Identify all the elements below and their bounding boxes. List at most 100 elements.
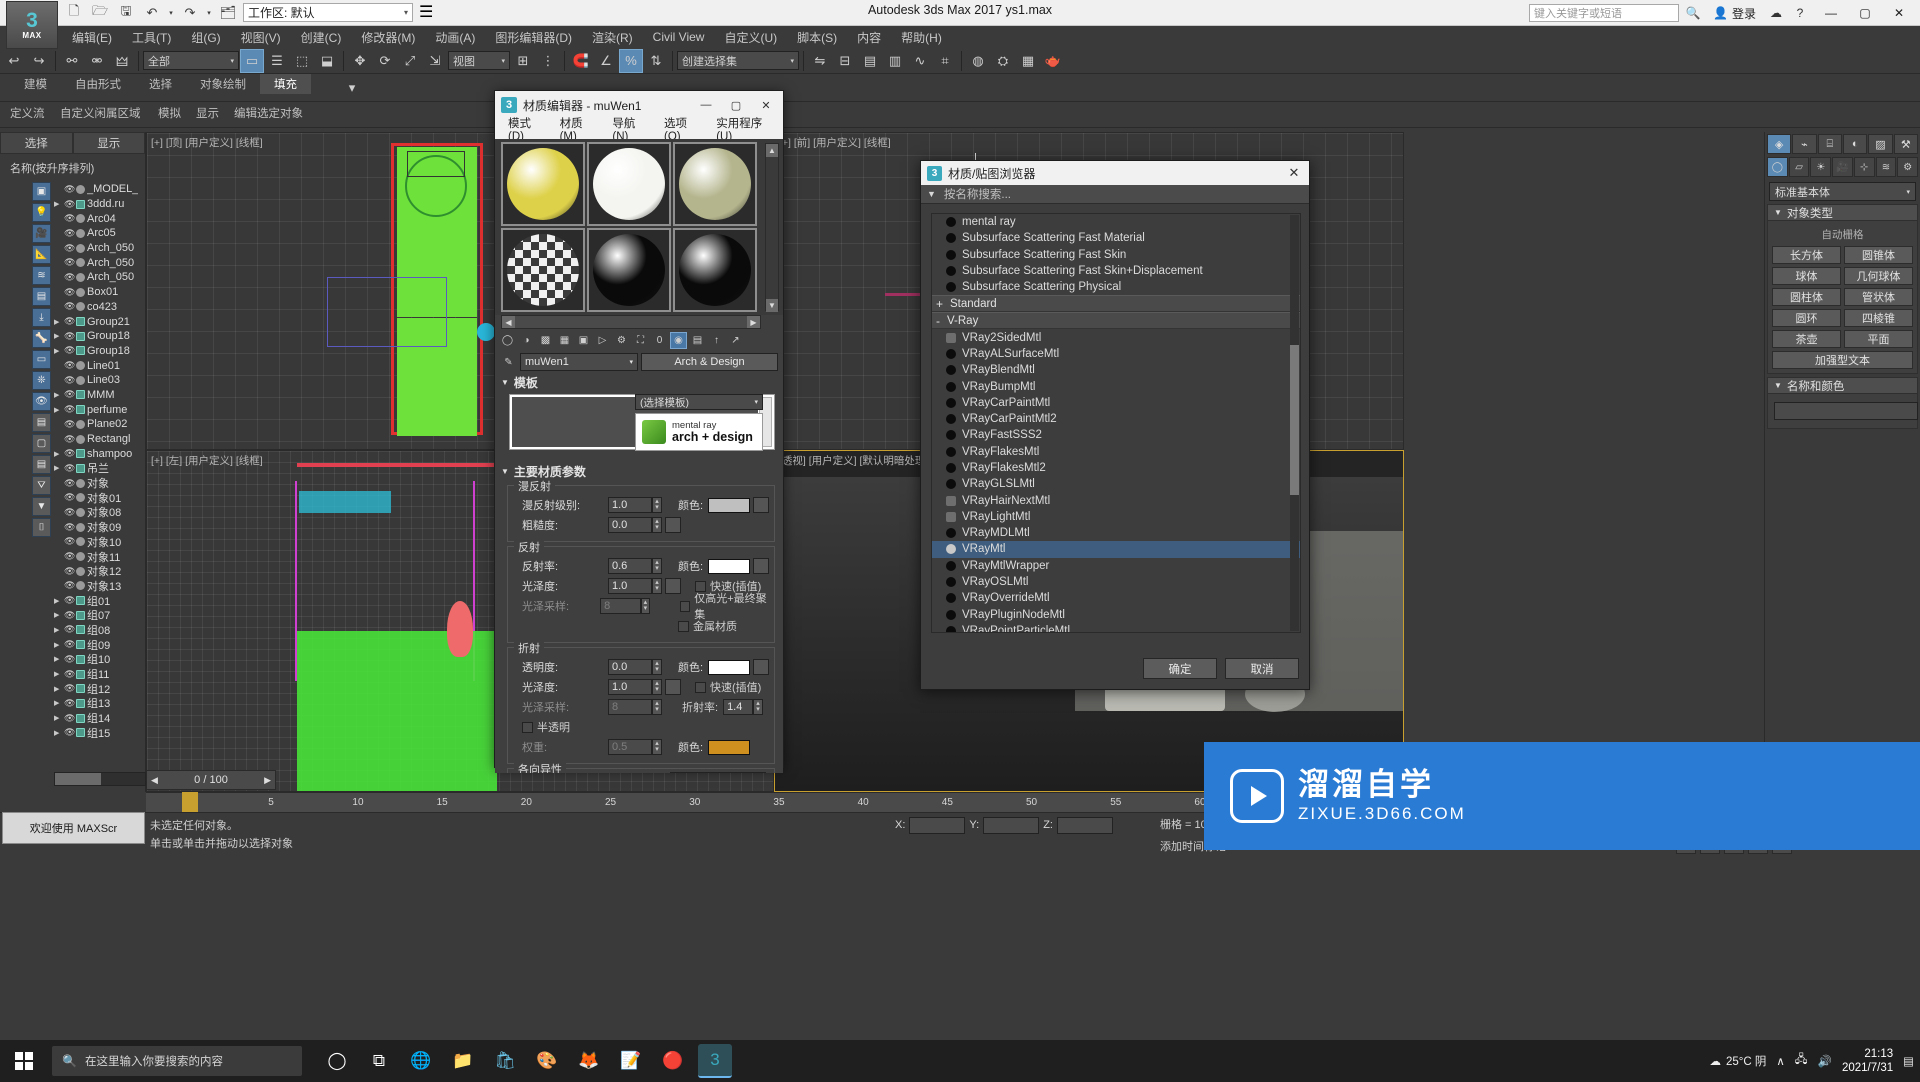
tab-selection[interactable]: 选择 — [0, 132, 73, 154]
open-file-icon[interactable]: 🗁 — [88, 2, 112, 24]
browser-material-item[interactable]: VRayOSLMtl — [932, 574, 1300, 590]
new-file-icon[interactable]: 🗋 — [62, 2, 86, 24]
workspace-selector[interactable]: 工作区: 默认 ▾ — [243, 3, 413, 22]
menu-item-3[interactable]: 视图(V) — [231, 27, 291, 48]
expand-arrow-icon[interactable]: ▶ — [54, 655, 62, 663]
weather-indicator[interactable]: ☁ 25°C 阴 — [1709, 1053, 1766, 1069]
name-color-header[interactable]: ▼ 名称和颜色 — [1767, 377, 1918, 394]
expand-arrow-icon[interactable]: ▶ — [54, 685, 62, 693]
autogrid-label[interactable]: 自动栅格 — [1772, 225, 1913, 246]
maxscript-listener[interactable]: 欢迎使用 MAXScr — [2, 812, 145, 844]
checkbox-refr-fast-interpolate[interactable] — [695, 681, 706, 693]
app-logo[interactable]: 3 MAX — [6, 1, 58, 49]
video-color-check-icon[interactable]: ▣ — [575, 332, 592, 349]
map-button-reflection[interactable] — [753, 558, 770, 574]
map-button-glossiness[interactable] — [665, 578, 681, 594]
options-icon[interactable]: ⚙ — [613, 332, 630, 349]
tab-display[interactable]: 显示 — [72, 132, 145, 154]
material-editor-icon[interactable]: ◍ — [966, 49, 990, 73]
close-icon[interactable]: ✕ — [1279, 161, 1309, 185]
ok-button[interactable]: 确定 — [1143, 658, 1217, 679]
next-frame-icon[interactable]: ▶ — [264, 775, 271, 786]
expand-arrow-icon[interactable]: ▶ — [54, 611, 62, 619]
expand-collapse-icon[interactable]: + — [936, 297, 943, 311]
visibility-eye-icon[interactable]: 👁 — [64, 551, 75, 562]
material-name-field[interactable]: muWen1 ▾ — [520, 353, 638, 371]
select-and-manipulate-icon[interactable]: ⋮ — [536, 49, 560, 73]
object-name-input[interactable] — [1774, 402, 1918, 420]
spinner-arrows-icon[interactable]: ▴ ▾ — [652, 578, 662, 594]
curve-editor-icon[interactable]: ∿ — [908, 49, 932, 73]
visibility-eye-icon[interactable]: 👁 — [64, 463, 75, 474]
edge-icon[interactable]: 🌐 — [404, 1044, 438, 1078]
menu-item-5[interactable]: 修改器(M) — [351, 27, 425, 48]
shapes-icon[interactable]: ▱ — [1788, 157, 1810, 177]
object-list-item[interactable]: ▶ 👁 组15 — [54, 725, 146, 740]
search-input[interactable]: 键入关键字或短语 — [1529, 4, 1680, 22]
ribbon-toggle-icon[interactable]: ▥ — [883, 49, 907, 73]
spinner-arrows-icon[interactable]: ▴ ▾ — [640, 598, 651, 614]
visibility-eye-icon[interactable]: 👁 — [64, 434, 75, 445]
minimize-button[interactable]: — — [1814, 1, 1848, 26]
value-ior[interactable]: 1.4 — [723, 699, 754, 715]
lights-icon[interactable]: ☀ — [1810, 157, 1832, 177]
notes-icon[interactable]: 📝 — [614, 1044, 648, 1078]
search-icon[interactable]: 🔍 — [1683, 3, 1703, 23]
window-crossing-icon[interactable]: ⬓ — [315, 49, 339, 73]
value-roughness[interactable]: 0.0 — [608, 517, 652, 533]
value-refr-glossiness[interactable]: 1.0 — [608, 679, 652, 695]
expand-arrow-icon[interactable]: ▶ — [54, 318, 62, 326]
firefox-icon[interactable]: 🦊 — [572, 1044, 606, 1078]
object-list-item[interactable]: ▶ 👁 组11 — [54, 667, 146, 682]
visibility-eye-icon[interactable]: 👁 — [64, 448, 75, 459]
undo-toolbar-icon[interactable]: ↩ — [2, 49, 26, 73]
expand-arrow-icon[interactable]: ▶ — [54, 406, 62, 414]
visibility-eye-icon[interactable]: 👁 — [64, 360, 75, 371]
tab-create[interactable]: ◈ — [1767, 134, 1792, 154]
visibility-eye-icon[interactable]: 👁 — [64, 713, 75, 724]
scroll-up-icon[interactable]: ▲ — [766, 144, 778, 157]
visibility-eye-icon[interactable]: 👁 — [64, 727, 75, 738]
visibility-eye-icon[interactable]: 👁 — [64, 272, 75, 283]
browser-material-item[interactable]: VRayLightMtl — [932, 509, 1300, 525]
expand-arrow-icon[interactable]: ▶ — [54, 626, 62, 634]
systems-icon[interactable]: ⚙ — [1897, 157, 1919, 177]
ribbon-subtab-2[interactable]: 模拟 — [158, 105, 181, 121]
workspace-menu-icon[interactable]: ☰ — [419, 2, 433, 22]
map-button-diffuse[interactable] — [753, 497, 770, 513]
material-editor-window[interactable]: 3 材质编辑器 - muWen1 — ▢ ✕ 模式(D) 材质(M) 导航(N) 选项… — [494, 90, 784, 773]
sample-type-icon[interactable]: ◯ — [499, 332, 516, 349]
visibility-eye-icon[interactable]: 👁 — [64, 345, 75, 356]
template-rollout-header[interactable]: ▼ 模板 — [495, 373, 783, 392]
geometry-type-dropdown[interactable]: 标准基本体 ▾ — [1769, 182, 1916, 201]
scrollbar-thumb[interactable] — [1290, 345, 1299, 495]
checkbox-metal-material[interactable] — [678, 620, 689, 632]
slots-horizontal-scrollbar[interactable]: ◀ ▶ — [501, 315, 761, 329]
redo-icon[interactable]: ↷ — [178, 2, 202, 24]
visibility-eye-icon[interactable]: 👁 — [64, 404, 75, 415]
browser-search-row[interactable]: ▼ 按名称搜索... — [921, 185, 1309, 204]
render-frame-icon[interactable]: ▦ — [1016, 49, 1040, 73]
object-list-item[interactable]: ▶ 👁 组13 — [54, 696, 146, 711]
object-list[interactable]: 👁 _MODEL_ ▶ 👁 3ddd.ru 👁 Arc04 👁 Arc05 👁 Arch_050 👁 A… — [54, 182, 146, 740]
scroll-left-icon[interactable]: ◀ — [502, 316, 515, 328]
object-list-item[interactable]: 👁 对象11 — [54, 549, 146, 564]
menu-item-1[interactable]: 工具(T) — [122, 27, 181, 48]
object-list-item[interactable]: ▶ 👁 组10 — [54, 652, 146, 667]
visibility-eye-icon[interactable]: 👁 — [64, 184, 75, 195]
browser-material-item[interactable]: Subsurface Scattering Fast Material — [932, 230, 1300, 246]
browser-material-item[interactable]: VRayHairNextMtl — [932, 492, 1300, 508]
object-list-item[interactable]: 👁 Plane02 — [54, 417, 146, 432]
primitive-button-8[interactable]: 茶壶 — [1772, 330, 1841, 348]
space-warp-icon[interactable]: ≋ — [32, 266, 51, 285]
volume-icon[interactable]: 🔊 — [1818, 1054, 1832, 1068]
object-list-item[interactable]: 👁 Arch_050 — [54, 270, 146, 285]
expand-arrow-icon[interactable]: ▶ — [54, 729, 62, 737]
swatch-translucency-color[interactable] — [708, 739, 751, 755]
scroll-down-icon[interactable]: ▼ — [766, 299, 778, 312]
list-view-icon[interactable]: ▤ — [32, 413, 51, 432]
value-refr-samples[interactable]: 8 — [608, 699, 652, 715]
space-warps-icon[interactable]: ≋ — [1875, 157, 1897, 177]
material-slot-grid[interactable]: ▲ ▼ — [495, 139, 783, 315]
browser-material-item[interactable]: VRayFastSSS2 — [932, 427, 1300, 443]
